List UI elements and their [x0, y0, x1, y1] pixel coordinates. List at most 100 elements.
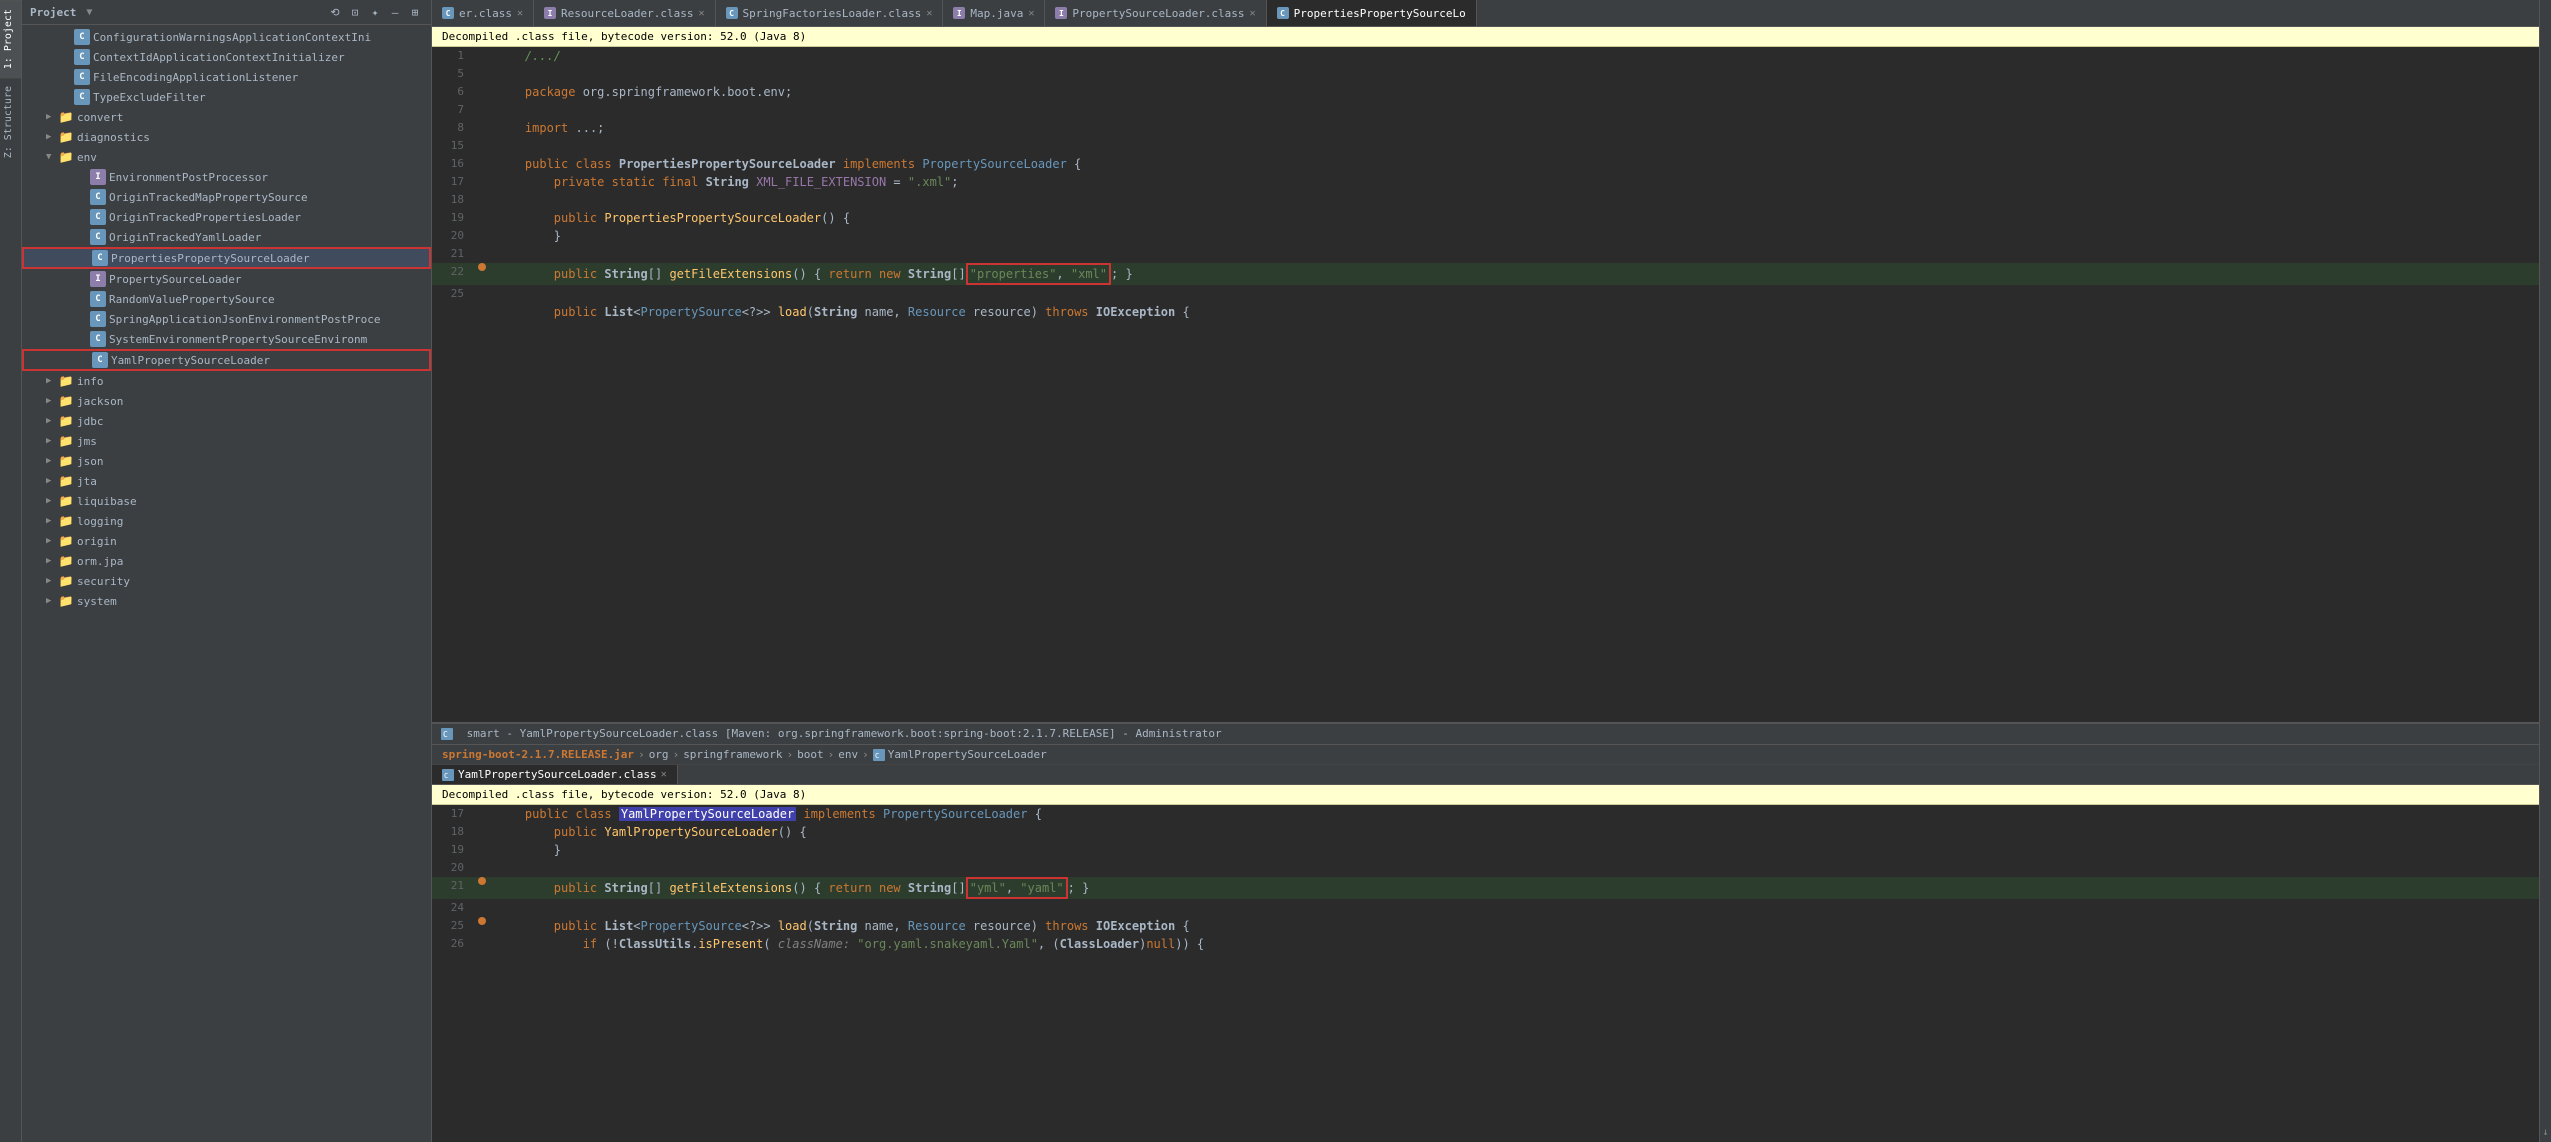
project-dropdown-arrow[interactable]: ▼ [86, 7, 92, 18]
tab-label: PropertySourceLoader.class [1072, 7, 1244, 20]
tab-spring-factories[interactable]: C SpringFactoriesLoader.class ✕ [716, 0, 944, 26]
toolbar-icon-minimize[interactable]: — [387, 4, 403, 20]
breadcrumb-sep-3: › [787, 748, 794, 761]
tree-item-config-warnings[interactable]: C ConfigurationWarningsApplicationContex… [22, 27, 431, 47]
class-icon: C [92, 250, 108, 266]
folder-icon: 📁 [58, 433, 74, 449]
tree-item-origin-tracked-yaml[interactable]: C OriginTrackedYamlLoader [22, 227, 431, 247]
code-line-18: 18 [432, 191, 2539, 209]
tab-icon: C [1277, 7, 1289, 19]
code-line-5: 5 [432, 65, 2539, 83]
tab-close[interactable]: ✕ [517, 8, 523, 19]
code-line-19: 19 public PropertiesPropertySourceLoader… [432, 209, 2539, 227]
tree-item-origin-tracked-props[interactable]: C OriginTrackedPropertiesLoader [22, 207, 431, 227]
tree-item-origin[interactable]: ▶ 📁 origin [22, 531, 431, 551]
toolbar-icon-refresh[interactable]: ⟲ [327, 4, 343, 20]
tab-label: SpringFactoriesLoader.class [743, 7, 922, 20]
sidebar-tab-project[interactable]: 1: Project [0, 0, 21, 77]
popup-code-line-25: 25 public List<PropertySource<?>> load(S… [432, 917, 2539, 935]
popup-code-line-24: 24 [432, 899, 2539, 917]
interface-icon: I [90, 271, 106, 287]
tree-item-system-env[interactable]: C SystemEnvironmentPropertySourceEnviron… [22, 329, 431, 349]
tab-resource-loader[interactable]: I ResourceLoader.class ✕ [534, 0, 715, 26]
sidebar-tab-structure[interactable]: Z: Structure [0, 77, 21, 166]
tree-item-security[interactable]: ▶ 📁 security [22, 571, 431, 591]
tree-item-jackson[interactable]: ▶ 📁 jackson [22, 391, 431, 411]
code-line-17: 17 private static final String XML_FILE_… [432, 173, 2539, 191]
tree-item-json[interactable]: ▶ 📁 json [22, 451, 431, 471]
tree-item-orm-jpa[interactable]: ▶ 📁 orm.jpa [22, 551, 431, 571]
tree-item-spring-app-json[interactable]: C SpringApplicationJsonEnvironmentPostPr… [22, 309, 431, 329]
tree-item-file-encoding[interactable]: C FileEncodingApplicationListener [22, 67, 431, 87]
breadcrumb-class: C YamlPropertySourceLoader [873, 748, 1047, 761]
tree-item-jms[interactable]: ▶ 📁 jms [22, 431, 431, 451]
tree-item-logging[interactable]: ▶ 📁 logging [22, 511, 431, 531]
tab-icon: I [544, 7, 556, 19]
tab-label: PropertiesPropertySourceLo [1294, 7, 1466, 20]
tree-item-system[interactable]: ▶ 📁 system [22, 591, 431, 611]
class-icon: C [92, 352, 108, 368]
tree-item-env[interactable]: ▼ 📁 env [22, 147, 431, 167]
tab-close[interactable]: ✕ [926, 8, 932, 19]
tree-item-property-source-loader[interactable]: I PropertySourceLoader [22, 269, 431, 289]
folder-icon: 📁 [58, 109, 74, 125]
tab-label: Map.java [970, 7, 1023, 20]
folder-icon: 📁 [58, 473, 74, 489]
class-icon: C [74, 49, 90, 65]
tab-map-java[interactable]: I Map.java ✕ [943, 0, 1045, 26]
popup-code-line-21: 21 public String[] getFileExtensions() {… [432, 877, 2539, 899]
tree-item-convert[interactable]: ▶ 📁 convert [22, 107, 431, 127]
right-edge: ↓ [2539, 0, 2551, 1142]
tree-item-properties-loader[interactable]: C PropertiesPropertySourceLoader [22, 247, 431, 269]
toolbar-icon-collapse[interactable]: ⊡ [347, 4, 363, 20]
breadcrumb-sep-2: › [673, 748, 680, 761]
tree-item-diagnostics[interactable]: ▶ 📁 diagnostics [22, 127, 431, 147]
code-line-6: 6 package org.springframework.boot.env; [432, 83, 2539, 101]
tree-item-liquibase[interactable]: ▶ 📁 liquibase [22, 491, 431, 511]
popup-code-line-26: 26 if (!ClassUtils.isPresent( className:… [432, 935, 2539, 953]
folder-icon: 📁 [58, 573, 74, 589]
tree-item-context-id[interactable]: C ContextIdApplicationContextInitializer [22, 47, 431, 67]
tree-item-type-exclude[interactable]: C TypeExcludeFilter [22, 87, 431, 107]
class-icon: C [90, 331, 106, 347]
scroll-arrow-down[interactable]: ↓ [2542, 1127, 2548, 1138]
popup-code-view[interactable]: 17 public class YamlPropertySourceLoader… [432, 805, 2539, 1142]
popup-tab-yaml[interactable]: C YamlPropertySourceLoader.class ✕ [432, 765, 678, 784]
tab-label: ResourceLoader.class [561, 7, 693, 20]
popup-window: C smart - YamlPropertySourceLoader.class… [432, 722, 2539, 1142]
popup-code-line-18: 18 public YamlPropertySourceLoader() { [432, 823, 2539, 841]
popup-code-line-17: 17 public class YamlPropertySourceLoader… [432, 805, 2539, 823]
popup-editor-info: Decompiled .class file, bytecode version… [432, 785, 2539, 805]
tree-item-origin-tracked-map[interactable]: C OriginTrackedMapPropertySource [22, 187, 431, 207]
tab-icon: I [1055, 7, 1067, 19]
project-panel: Project ▼ ⟲ ⊡ ✦ — ⊞ C ConfigurationWarni… [22, 0, 432, 1142]
tab-er-class[interactable]: C er.class ✕ [432, 0, 534, 26]
code-line-22: 22 public String[] getFileExtensions() {… [432, 263, 2539, 285]
top-editor-info-bar: Decompiled .class file, bytecode version… [432, 27, 2539, 47]
toolbar-icon-settings[interactable]: ✦ [367, 4, 383, 20]
tab-properties-property-source-loader[interactable]: C PropertiesPropertySourceLo [1267, 0, 1477, 26]
tree-item-yaml-loader[interactable]: C YamlPropertySourceLoader [22, 349, 431, 371]
code-line-25: 25 [432, 285, 2539, 303]
tree-item-info[interactable]: ▶ 📁 info [22, 371, 431, 391]
folder-icon: 📁 [58, 493, 74, 509]
tab-property-source-loader[interactable]: I PropertySourceLoader.class ✕ [1045, 0, 1266, 26]
popup-breadcrumb: spring-boot-2.1.7.RELEASE.jar › org › sp… [432, 745, 2539, 765]
tree-item-env-post-processor[interactable]: I EnvironmentPostProcessor [22, 167, 431, 187]
tree-item-jta[interactable]: ▶ 📁 jta [22, 471, 431, 491]
folder-icon: 📁 [58, 553, 74, 569]
tab-icon: C [726, 7, 738, 19]
popup-title-icon: C [440, 727, 461, 740]
toolbar-icon-expand[interactable]: ⊞ [407, 4, 423, 20]
tree-item-jdbc[interactable]: ▶ 📁 jdbc [22, 411, 431, 431]
popup-tab-close[interactable]: ✕ [661, 769, 667, 780]
breadcrumb-springframework: springframework [683, 748, 782, 761]
breadcrumb-sep-1: › [638, 748, 645, 761]
tree-item-random-value[interactable]: C RandomValuePropertySource [22, 289, 431, 309]
tab-close[interactable]: ✕ [698, 8, 704, 19]
tab-close[interactable]: ✕ [1028, 8, 1034, 19]
tab-close[interactable]: ✕ [1250, 8, 1256, 19]
top-code-view[interactable]: 1 /.../ 5 6 package org.springframework.… [432, 47, 2539, 722]
project-tree: C ConfigurationWarningsApplicationContex… [22, 25, 431, 1142]
breadcrumb-org: org [649, 748, 669, 761]
